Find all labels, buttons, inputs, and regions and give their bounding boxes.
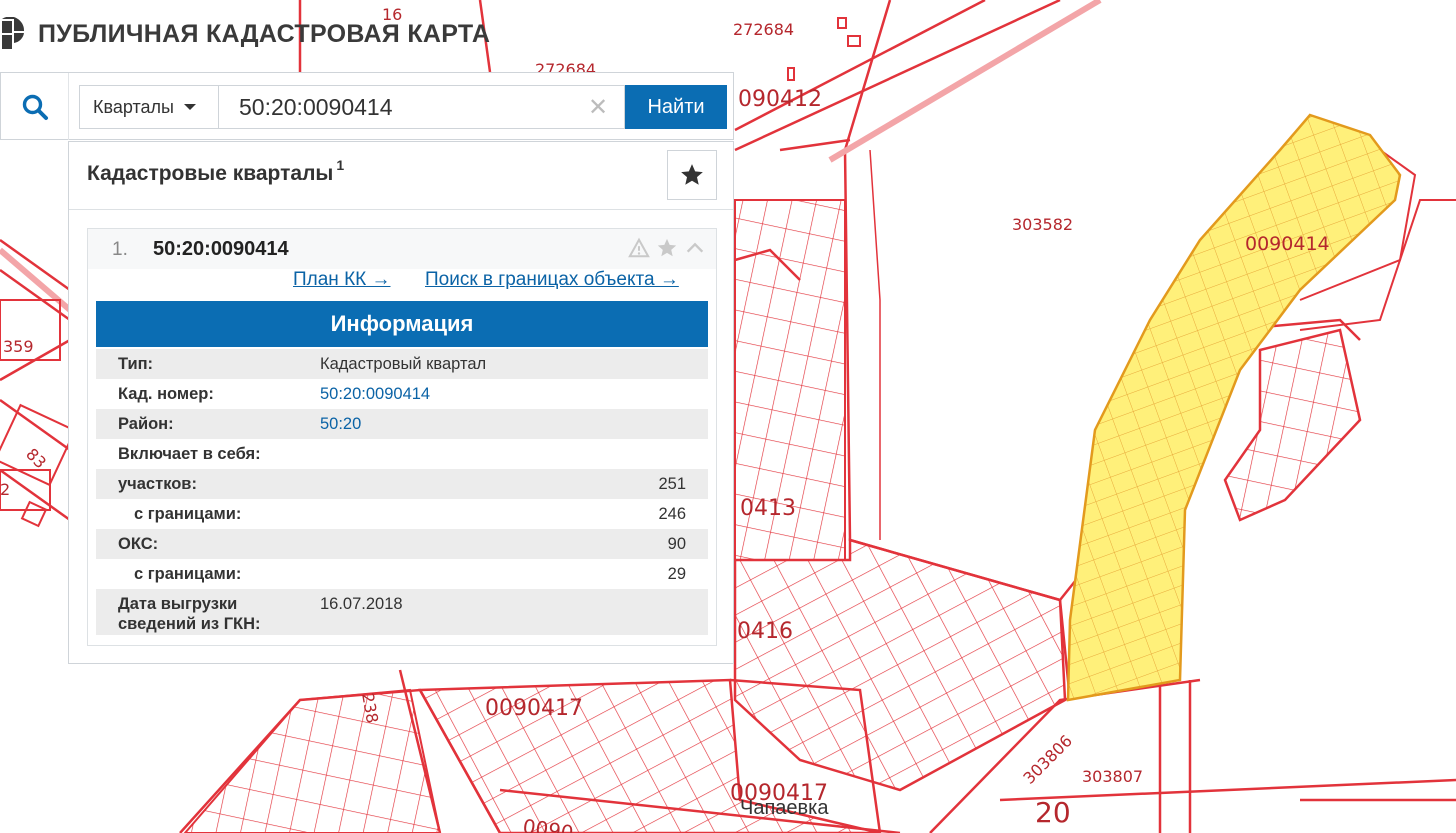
info-row-type: Тип: Кадастровый квартал [96,349,708,379]
clear-icon[interactable]: ✕ [581,85,615,129]
result-index: 1. [112,239,128,260]
plan-link[interactable]: План КК → [293,269,391,291]
info-label: Кад. номер: [118,385,214,403]
star-icon[interactable] [656,237,678,259]
info-header: Информация [96,301,708,347]
panel-title-text: Кадастровые кварталы [87,162,334,185]
search-type-select[interactable]: Кварталы [79,85,219,129]
app-brand[interactable]: ПУБЛИЧНАЯ КАДАСТРОВАЯ КАРТА [0,14,490,54]
favorite-button[interactable] [667,150,717,200]
info-row-cad-number: Кад. номер: 50:20:0090414 [96,379,708,409]
result-card: 1. 50:20:0090414 План КК → Поиск в грани… [87,228,717,646]
info-row-parcels: участков: 251 [96,469,708,499]
info-row-includes: Включает в себя: [96,439,708,469]
svg-text:090412: 090412 [738,87,822,112]
info-label-line: сведений из ГКН: [118,615,261,633]
svg-text:20: 20 [1035,796,1071,829]
chevron-up-icon[interactable] [684,237,706,259]
svg-text:Чапаевка: Чапаевка [740,797,829,819]
search-toggle-button[interactable] [1,73,69,140]
svg-text:0090417: 0090417 [485,696,583,721]
svg-text:303807: 303807 [1082,767,1143,786]
search-input[interactable] [219,85,625,129]
cad-number-link[interactable]: 50:20:0090414 [320,385,430,404]
results-panel: Кадастровые кварталы1 1. 50:20:0090414 [68,141,734,664]
info-row-export-date: Дата выгрузки сведений из ГКН: 16.07.2018 [96,589,708,635]
road [828,0,1102,163]
app-title: ПУБЛИЧНАЯ КАДАСТРОВАЯ КАРТА [38,19,491,48]
search-icon [22,94,48,120]
card-actions [628,237,706,259]
district-link[interactable]: 50:20 [320,415,361,434]
svg-text:303582: 303582 [1012,215,1073,234]
svg-text:0413: 0413 [740,496,796,521]
info-count: 246 [658,505,686,523]
caret-down-icon [183,104,196,110]
panel-header: Кадастровые кварталы 1 [69,142,733,210]
star-icon [681,164,703,185]
svg-text:2: 2 [0,480,10,499]
info-label: с границами: [134,505,242,523]
svg-text:272684: 272684 [733,20,794,39]
svg-text:0416: 0416 [737,619,793,644]
left-parcels [0,299,77,528]
info-count: 90 [667,535,686,553]
find-button[interactable]: Найти [625,85,727,129]
info-label: участков: [118,475,197,493]
info-label-line: Дата выгрузки [118,595,238,613]
info-label: Тип: [118,355,154,373]
info-table: Тип: Кадастровый квартал Кад. номер: 50:… [96,349,708,635]
svg-text:0090414: 0090414 [1245,233,1330,255]
result-id: 50:20:0090414 [153,238,289,260]
cadastre-logo-icon [2,17,25,49]
search-type-value: Кварталы [93,96,174,117]
card-links: План КК → Поиск в границах объекта → [88,269,716,300]
result-count: 1 [336,157,345,173]
info-label: ОКС: [118,535,159,553]
info-label: Район: [118,415,174,433]
svg-text:303806: 303806 [1019,731,1076,788]
info-row-oks-bounded: с границами: 29 [96,559,708,589]
svg-text:83: 83 [22,444,50,472]
panel-title: Кадастровые кварталы 1 [87,157,345,186]
info-label: Включает в себя: [118,445,261,463]
info-count: 29 [667,565,686,583]
result-card-header[interactable]: 1. 50:20:0090414 [88,229,716,269]
info-label: Дата выгрузки сведений из ГКН: [118,594,261,634]
info-row-oks: ОКС: 90 [96,529,708,559]
info-count: 251 [658,475,686,493]
info-label: с границами: [134,565,242,583]
svg-text:359: 359 [3,337,34,356]
info-value: Кадастровый квартал [320,355,487,373]
info-row-district: Район: 50:20 [96,409,708,439]
search-in-bounds-link[interactable]: Поиск в границах объекта → [425,269,679,291]
info-row-parcels-bounded: с границами: 246 [96,499,708,529]
warning-icon[interactable] [628,237,650,259]
info-value: 16.07.2018 [320,595,403,613]
search-bar: Кварталы ✕ Найти [0,72,734,140]
